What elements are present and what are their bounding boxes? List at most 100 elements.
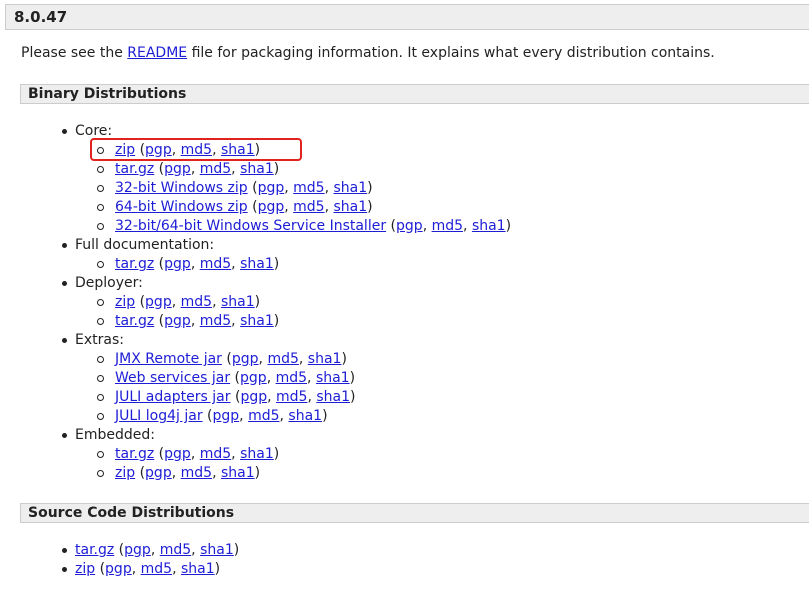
highlight-annotation: [90, 138, 302, 161]
intro-prefix: Please see the: [21, 45, 128, 61]
distribution-item: tar.gz (pgp, md5, sha1): [75, 255, 511, 274]
sha1-checksum-link[interactable]: sha1: [240, 161, 274, 177]
intro-suffix: file for packaging information. It expla…: [187, 45, 715, 61]
download-link[interactable]: zip: [115, 294, 135, 310]
download-link[interactable]: tar.gz: [115, 256, 154, 272]
version-header: 8.0.47: [5, 4, 809, 30]
distribution-item: 32-bit/64-bit Windows Service Installer …: [75, 217, 511, 236]
download-link[interactable]: tar.gz: [115, 161, 154, 177]
readme-link[interactable]: README: [127, 45, 187, 61]
distribution-item: JULI log4j jar (pgp, md5, sha1): [75, 407, 511, 426]
sha1-checksum-link[interactable]: sha1: [181, 561, 215, 577]
download-link[interactable]: zip: [75, 561, 95, 577]
pgp-signature-link[interactable]: pgp: [240, 370, 267, 386]
sha1-checksum-link[interactable]: sha1: [221, 294, 255, 310]
pgp-signature-link[interactable]: pgp: [164, 256, 191, 272]
distribution-group-label: Full documentation:: [75, 237, 215, 253]
distribution-item: 32-bit Windows zip (pgp, md5, sha1): [75, 179, 511, 198]
source-distributions-list: tar.gz (pgp, md5, sha1) zip (pgp, md5, sh…: [0, 541, 239, 579]
distribution-item: tar.gz (pgp, md5, sha1): [75, 160, 511, 179]
download-link[interactable]: Web services jar: [115, 370, 230, 386]
pgp-signature-link[interactable]: pgp: [164, 313, 191, 329]
md5-checksum-link[interactable]: md5: [200, 446, 231, 462]
md5-checksum-link[interactable]: md5: [200, 161, 231, 177]
download-link[interactable]: tar.gz: [75, 542, 114, 558]
distribution-item: JMX Remote jar (pgp, md5, sha1): [75, 350, 511, 369]
distribution-group: Deployer: zip (pgp, md5, sha1) tar.gz (pgp…: [0, 274, 511, 331]
download-link[interactable]: JMX Remote jar: [115, 351, 222, 367]
distribution-sublist: tar.gz (pgp, md5, sha1): [75, 255, 511, 274]
sha1-checksum-link[interactable]: sha1: [308, 351, 342, 367]
md5-checksum-link[interactable]: md5: [160, 542, 191, 558]
distribution-item: 64-bit Windows zip (pgp, md5, sha1): [75, 198, 511, 217]
sha1-checksum-link[interactable]: sha1: [334, 180, 368, 196]
source-distributions-header: Source Code Distributions: [20, 503, 809, 523]
distribution-group-label: Core:: [75, 123, 113, 139]
sha1-checksum-link[interactable]: sha1: [316, 389, 350, 405]
md5-checksum-link[interactable]: md5: [293, 199, 324, 215]
pgp-signature-link[interactable]: pgp: [396, 218, 423, 234]
download-link[interactable]: tar.gz: [115, 446, 154, 462]
pgp-signature-link[interactable]: pgp: [240, 389, 267, 405]
md5-checksum-link[interactable]: md5: [432, 218, 463, 234]
pgp-signature-link[interactable]: pgp: [258, 199, 285, 215]
md5-checksum-link[interactable]: md5: [276, 389, 307, 405]
distribution-item: Web services jar (pgp, md5, sha1): [75, 369, 511, 388]
distribution-group-label: Deployer:: [75, 275, 143, 291]
md5-checksum-link[interactable]: md5: [276, 370, 307, 386]
sha1-checksum-link[interactable]: sha1: [240, 313, 274, 329]
pgp-signature-link[interactable]: pgp: [105, 561, 132, 577]
md5-checksum-link[interactable]: md5: [200, 313, 231, 329]
download-link[interactable]: zip: [115, 465, 135, 481]
pgp-signature-link[interactable]: pgp: [145, 465, 172, 481]
sha1-checksum-link[interactable]: sha1: [240, 446, 274, 462]
pgp-signature-link[interactable]: pgp: [145, 294, 172, 310]
distribution-item: tar.gz (pgp, md5, sha1): [75, 445, 511, 464]
source-distributions-title: Source Code Distributions: [28, 505, 235, 521]
md5-checksum-link[interactable]: md5: [200, 256, 231, 272]
distribution-sublist: zip (pgp, md5, sha1) tar.gz (pgp, md5, sh…: [75, 293, 511, 331]
download-link[interactable]: JULI log4j jar: [115, 408, 203, 424]
sha1-checksum-link[interactable]: sha1: [334, 199, 368, 215]
sha1-checksum-link[interactable]: sha1: [288, 408, 322, 424]
download-link[interactable]: 32-bit/64-bit Windows Service Installer: [115, 218, 386, 234]
distribution-item: zip (pgp, md5, sha1): [75, 293, 511, 312]
sha1-checksum-link[interactable]: sha1: [316, 370, 350, 386]
distribution-item: tar.gz (pgp, md5, sha1): [0, 541, 239, 560]
download-link[interactable]: JULI adapters jar: [115, 389, 231, 405]
download-link[interactable]: tar.gz: [115, 313, 154, 329]
download-link[interactable]: 64-bit Windows zip: [115, 199, 248, 215]
md5-checksum-link[interactable]: md5: [181, 465, 212, 481]
intro-text: Please see the README file for packaging…: [21, 45, 715, 61]
md5-checksum-link[interactable]: md5: [181, 294, 212, 310]
pgp-signature-link[interactable]: pgp: [232, 351, 259, 367]
sha1-checksum-link[interactable]: sha1: [472, 218, 506, 234]
binary-distributions-header: Binary Distributions: [20, 84, 809, 104]
md5-checksum-link[interactable]: md5: [293, 180, 324, 196]
pgp-signature-link[interactable]: pgp: [164, 446, 191, 462]
sha1-checksum-link[interactable]: sha1: [200, 542, 234, 558]
distribution-group: Full documentation: tar.gz (pgp, md5, sha…: [0, 236, 511, 274]
md5-checksum-link[interactable]: md5: [141, 561, 172, 577]
version-title: 8.0.47: [14, 8, 68, 26]
md5-checksum-link[interactable]: md5: [248, 408, 279, 424]
sha1-checksum-link[interactable]: sha1: [240, 256, 274, 272]
distribution-group: Embedded: tar.gz (pgp, md5, sha1) zip (pgp…: [0, 426, 511, 483]
binary-distributions-list: Core: zip (pgp, md5, sha1) tar.gz (pgp, md…: [0, 122, 511, 483]
md5-checksum-link[interactable]: md5: [267, 351, 298, 367]
distribution-group-label: Extras:: [75, 332, 124, 348]
distribution-item: zip (pgp, md5, sha1): [75, 464, 511, 483]
distribution-group-label: Embedded:: [75, 427, 155, 443]
binary-distributions-title: Binary Distributions: [28, 86, 187, 102]
distribution-sublist: tar.gz (pgp, md5, sha1) zip (pgp, md5, sh…: [75, 445, 511, 483]
distribution-item: zip (pgp, md5, sha1): [0, 560, 239, 579]
pgp-signature-link[interactable]: pgp: [258, 180, 285, 196]
sha1-checksum-link[interactable]: sha1: [221, 465, 255, 481]
distribution-sublist: JMX Remote jar (pgp, md5, sha1) Web servi…: [75, 350, 511, 426]
distribution-item: JULI adapters jar (pgp, md5, sha1): [75, 388, 511, 407]
download-link[interactable]: 32-bit Windows zip: [115, 180, 248, 196]
pgp-signature-link[interactable]: pgp: [213, 408, 240, 424]
distribution-group: Extras: JMX Remote jar (pgp, md5, sha1) We…: [0, 331, 511, 426]
pgp-signature-link[interactable]: pgp: [124, 542, 151, 558]
pgp-signature-link[interactable]: pgp: [164, 161, 191, 177]
